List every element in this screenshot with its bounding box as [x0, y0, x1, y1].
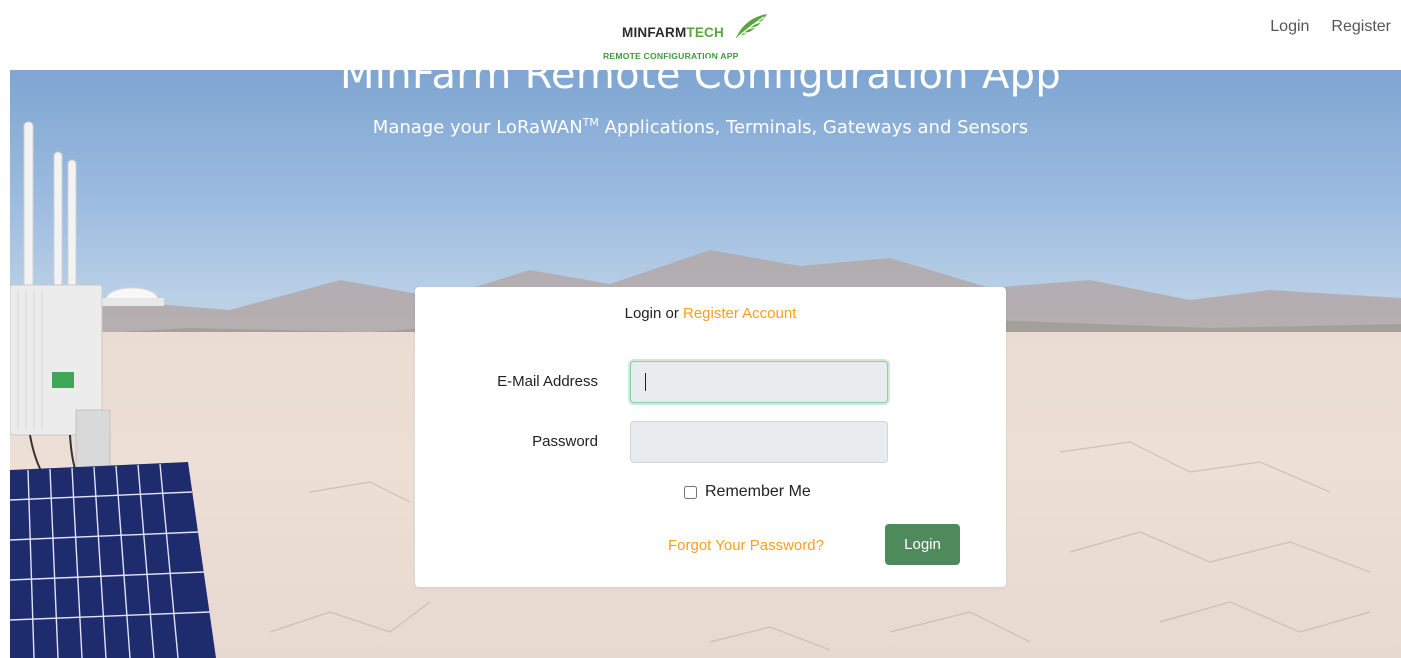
logo-brand-part1: MINFARM	[622, 25, 687, 40]
email-input[interactable]	[630, 361, 888, 403]
remember-me-label: Remember Me	[705, 483, 811, 500]
login-button[interactable]: Login	[885, 524, 960, 565]
login-header-prefix: Login or	[624, 305, 683, 322]
leaf-logo-icon	[736, 14, 767, 38]
logo-brand-text: MINFARMTECH	[622, 25, 724, 40]
register-account-link[interactable]: Register Account	[683, 305, 796, 322]
password-row: Password	[415, 421, 1006, 463]
hero-subtitle: Manage your LoRaWANTM Applications, Term…	[0, 116, 1401, 138]
hero-title: MinFarm Remote Configuration App	[339, 52, 1062, 98]
gateway-device-image	[10, 121, 216, 658]
top-nav: Login Register	[1270, 18, 1391, 36]
email-row: E-Mail Address	[415, 361, 1006, 403]
text-caret	[645, 373, 646, 391]
logo-brand-part2: TECH	[686, 25, 724, 40]
login-card: Login or Register Account E-Mail Address…	[415, 287, 1006, 587]
login-card-header: Login or Register Account	[415, 305, 1006, 322]
email-label: E-Mail Address	[497, 373, 598, 390]
nav-register-link[interactable]: Register	[1331, 18, 1391, 36]
password-label: Password	[532, 433, 598, 450]
nav-login-link[interactable]: Login	[1270, 18, 1309, 36]
password-input[interactable]	[630, 421, 888, 463]
remember-me-control[interactable]: Remember Me	[684, 483, 811, 501]
forgot-password-link[interactable]: Forgot Your Password?	[668, 537, 824, 554]
trademark-superscript: TM	[582, 116, 599, 129]
remember-me-checkbox[interactable]	[684, 485, 697, 499]
hero-subtitle-before: Manage your LoRaWAN	[372, 117, 583, 138]
hero-subtitle-after: Applications, Terminals, Gateways and Se…	[598, 117, 1029, 138]
